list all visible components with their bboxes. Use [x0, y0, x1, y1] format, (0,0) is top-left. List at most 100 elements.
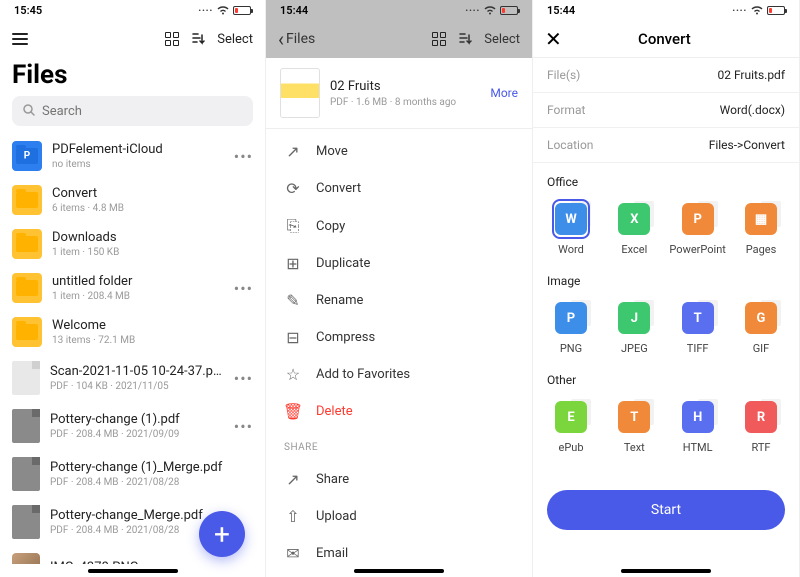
tiff-icon: T	[682, 302, 714, 334]
more-icon[interactable]: •••	[234, 279, 253, 298]
file-actions-screen: 15:44 ···· ‹ Files Select 02 Fruits PDF …	[266, 0, 533, 577]
actions-list: ↗Move⟳Convert⎘Copy⊞Duplicate✎Rename⊟Comp…	[266, 129, 532, 434]
format-gif[interactable]: GGIF	[737, 298, 785, 355]
format-word[interactable]: WWord	[547, 199, 595, 256]
action-delete[interactable]: 🗑Delete	[266, 393, 532, 430]
rtf-icon: R	[745, 401, 777, 433]
more-link[interactable]: More	[490, 86, 518, 100]
status-icons: ····	[465, 4, 518, 17]
home-indicator	[88, 569, 178, 573]
format-jpeg[interactable]: JJPEG	[610, 298, 658, 355]
list-item[interactable]: Pottery-change (1).pdfPDF · 208.4 MB · 2…	[0, 402, 265, 450]
rename-icon: ✎	[284, 291, 302, 310]
action-convert[interactable]: ⟳Convert	[266, 170, 532, 207]
sort-icon[interactable]	[191, 32, 205, 46]
status-time: 15:45	[14, 4, 42, 17]
file-meta: PDF · 1.6 MB · 8 months ago	[330, 97, 480, 108]
excel-icon: X	[618, 203, 650, 235]
action-duplicate[interactable]: ⊞Duplicate	[266, 245, 532, 282]
pdf-thumb-icon	[12, 409, 40, 443]
toolbar: ‹ Files Select	[266, 20, 532, 58]
start-button[interactable]: Start	[547, 490, 785, 530]
image-formats: PPNG JJPEG TTIFF GGIF	[533, 294, 799, 361]
select-button[interactable]: Select	[484, 32, 520, 47]
file-list[interactable]: PDFelement-iCloudno items••• Convert6 it…	[0, 134, 265, 564]
folder-icon	[12, 141, 42, 171]
pdf-thumb-icon	[12, 457, 40, 491]
email-icon: ✉	[284, 544, 302, 563]
folder-icon	[12, 317, 42, 347]
battery-icon	[233, 6, 251, 15]
powerpoint-icon: P	[682, 203, 714, 235]
action-add-to-favorites[interactable]: ☆Add to Favorites	[266, 356, 532, 393]
selected-file[interactable]: 02 Fruits PDF · 1.6 MB · 8 months ago Mo…	[266, 58, 532, 129]
list-item[interactable]: Pottery-change (1)_Merge.pdfPDF · 208.4 …	[0, 450, 265, 498]
format-rtf[interactable]: RRTF	[737, 397, 785, 454]
format-text[interactable]: TText	[610, 397, 658, 454]
format-epub[interactable]: EePub	[547, 397, 595, 454]
list-item[interactable]: Scan-2021-11-05 10-24-37.pdfPDF · 104 KB…	[0, 354, 265, 402]
image-thumb-icon	[12, 553, 40, 564]
status-time: 15:44	[280, 4, 308, 17]
menu-icon[interactable]	[12, 33, 28, 45]
chevron-left-icon: ‹	[278, 27, 284, 51]
status-icons: ····	[732, 4, 785, 17]
list-item[interactable]: Welcome13 items · 72.1 MB	[0, 310, 265, 354]
image-category-label: Image	[533, 262, 799, 294]
folder-icon	[12, 273, 42, 303]
status-bar: 15:44 ····	[266, 0, 532, 20]
format-powerpoint[interactable]: PPowerPoint	[674, 199, 722, 256]
grid-view-icon[interactable]	[165, 32, 179, 46]
office-formats: WWord XExcel PPowerPoint ▦Pages	[533, 195, 799, 262]
compress-icon: ⊟	[284, 328, 302, 347]
format-tiff[interactable]: TTIFF	[674, 298, 722, 355]
grid-view-icon[interactable]	[432, 32, 446, 46]
toolbar: ✕ Convert	[533, 20, 799, 58]
gif-icon: G	[745, 302, 777, 334]
format-html[interactable]: HHTML	[674, 397, 722, 454]
copy-icon: ⎘	[284, 216, 302, 236]
location-info-row[interactable]: LocationFiles->Convert	[533, 128, 799, 163]
page-title: Convert	[638, 30, 691, 48]
text-icon: T	[618, 401, 650, 433]
action-email[interactable]: ✉Email	[266, 535, 532, 572]
format-excel[interactable]: XExcel	[610, 199, 658, 256]
action-copy[interactable]: ⎘Copy	[266, 207, 532, 245]
action-compress[interactable]: ⊟Compress	[266, 319, 532, 356]
share-icon: ↗	[284, 470, 302, 489]
battery-icon	[767, 6, 785, 15]
file-title: 02 Fruits	[330, 79, 480, 94]
battery-icon	[500, 6, 518, 15]
list-item[interactable]: PDFelement-iCloudno items•••	[0, 134, 265, 178]
word-icon: W	[555, 203, 587, 235]
status-time: 15:44	[547, 4, 575, 17]
more-icon[interactable]: •••	[234, 558, 253, 565]
list-item[interactable]: Downloads1 item · 150 KB	[0, 222, 265, 266]
list-item[interactable]: Convert6 items · 4.8 MB	[0, 178, 265, 222]
action-upload[interactable]: ⇧Upload	[266, 498, 532, 535]
search-input[interactable]	[12, 96, 253, 126]
action-share[interactable]: ↗Share	[266, 461, 532, 498]
pages-icon: ▦	[745, 203, 777, 235]
format-png[interactable]: PPNG	[547, 298, 595, 355]
sort-icon[interactable]	[458, 32, 472, 46]
folder-icon	[12, 229, 42, 259]
share-actions-list: ↗Share⇧Upload✉Email⎙Print	[266, 457, 532, 577]
list-item[interactable]: untitled folder1 item · 208.4 MB•••	[0, 266, 265, 310]
share-section-label: SHARE	[266, 434, 532, 457]
add-button[interactable]: +	[199, 511, 245, 557]
close-icon[interactable]: ✕	[545, 27, 562, 51]
format-pages[interactable]: ▦Pages	[737, 199, 785, 256]
more-icon[interactable]: •••	[234, 369, 253, 388]
action-move[interactable]: ↗Move	[266, 133, 532, 170]
action-rename[interactable]: ✎Rename	[266, 282, 532, 319]
html-icon: H	[682, 401, 714, 433]
pdf-thumb-icon	[12, 505, 40, 539]
status-bar: 15:45 ····	[0, 0, 265, 20]
select-button[interactable]: Select	[217, 32, 253, 47]
page-title: Files	[0, 58, 265, 96]
format-info-row[interactable]: FormatWord(.docx)	[533, 93, 799, 128]
more-icon[interactable]: •••	[234, 417, 253, 436]
more-icon[interactable]: •••	[234, 147, 253, 166]
back-button[interactable]: ‹ Files	[278, 27, 315, 51]
